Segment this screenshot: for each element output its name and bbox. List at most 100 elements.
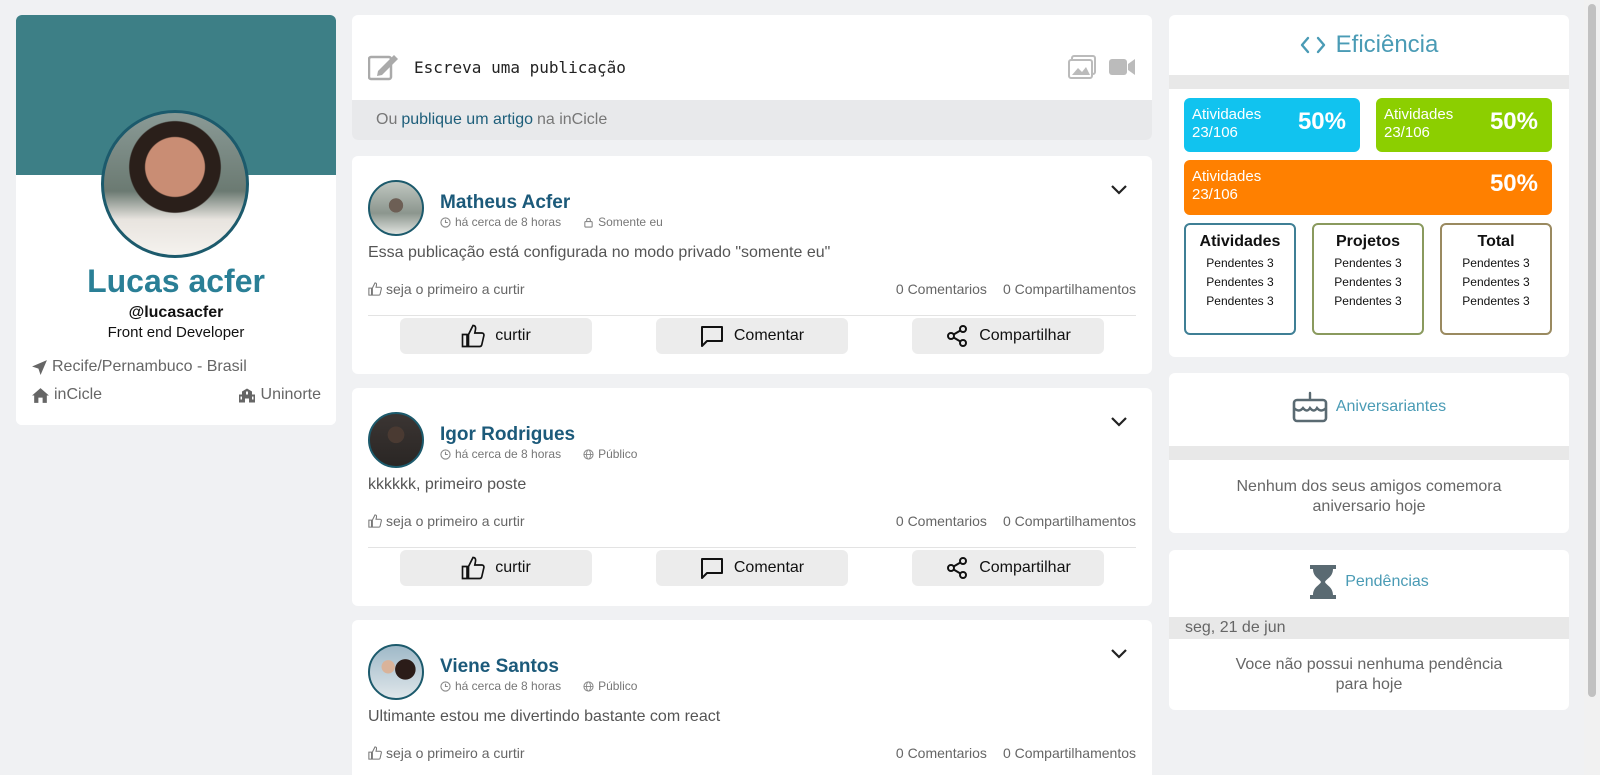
- efficiency-tile[interactable]: Atividades 23/106 50%: [1376, 98, 1552, 152]
- stat-box-line: Pendentes 3: [1334, 256, 1402, 270]
- birthdays-message-line2: aniversario hoje: [1312, 498, 1426, 515]
- compose-bottom-prefix: Ou: [376, 111, 398, 128]
- post-meta: há cerca de 8 horas Somente eu: [440, 215, 663, 229]
- post-author-avatar[interactable]: [368, 180, 424, 236]
- like-button[interactable]: curtir: [400, 318, 592, 354]
- share-button[interactable]: Compartilhar: [912, 550, 1104, 586]
- comment-button[interactable]: Comentar: [656, 318, 848, 354]
- profile-card: Lucas acfer @lucasacfer Front end Develo…: [16, 15, 336, 425]
- pending-date: seg, 21 de jun: [1169, 617, 1569, 639]
- stat-box-activities[interactable]: Atividades Pendentes 3 Pendentes 3 Pende…: [1184, 223, 1296, 335]
- tile-percent: 50%: [1489, 108, 1538, 135]
- tile-label: Atividades: [1384, 106, 1454, 123]
- post-author-name[interactable]: Viene Santos: [440, 656, 559, 678]
- profile-organization[interactable]: inCicle: [31, 386, 102, 404]
- pending-message-line1: Voce não possui nenhuma pendência: [1235, 656, 1503, 673]
- profile-role: Front end Developer: [107, 324, 245, 341]
- post-author-name[interactable]: Igor Rodrigues: [440, 424, 575, 446]
- comment-button-label: Comentar: [733, 327, 805, 344]
- tile-label: Atividades: [1192, 106, 1262, 123]
- post-comments-count[interactable]: 0 Comentarios: [896, 745, 987, 761]
- like-button-label: curtir: [495, 559, 531, 576]
- stat-box-line: Pendentes 3: [1334, 294, 1402, 308]
- share-button[interactable]: Compartilhar: [912, 318, 1104, 354]
- code-icon: [1300, 36, 1325, 54]
- post-text: kkkkkk, primeiro poste: [368, 476, 527, 493]
- post-visibility: Público: [598, 447, 638, 461]
- publish-article-link[interactable]: publique um artigo: [401, 111, 533, 129]
- post-likes-label[interactable]: seja o primeiro a curtir: [386, 513, 525, 529]
- university-icon: [238, 388, 255, 402]
- tile-count: 23/106: [1192, 186, 1238, 203]
- birthdays-title[interactable]: Aniversariantes: [1169, 391, 1569, 423]
- chevron-down-icon[interactable]: [1110, 648, 1128, 660]
- thumbs-up-icon: [368, 745, 382, 760]
- cake-icon: [1292, 391, 1328, 423]
- post-time: há cerca de 8 horas: [455, 215, 562, 229]
- compose-placeholder[interactable]: Escreva uma publicação: [414, 58, 1068, 77]
- video-icon[interactable]: [1108, 57, 1136, 77]
- comment-button[interactable]: Comentar: [656, 550, 848, 586]
- like-button-label: curtir: [495, 327, 531, 344]
- post-time: há cerca de 8 horas: [455, 447, 562, 461]
- clock-icon: [440, 680, 451, 692]
- share-button-label: Compartilhar: [979, 559, 1071, 576]
- profile-name[interactable]: Lucas acfer: [16, 263, 336, 300]
- clock-icon: [440, 448, 451, 460]
- post-comments-count[interactable]: 0 Comentarios: [896, 513, 987, 529]
- efficiency-tile[interactable]: Atividades 23/106 50%: [1184, 98, 1360, 152]
- pending-message: Voce não possui nenhuma pendência para h…: [1169, 655, 1569, 695]
- pending-message-line2: para hoje: [1335, 676, 1403, 693]
- stat-box-title: Projetos: [1335, 233, 1400, 250]
- birthdays-title-label: Aniversariantes: [1335, 398, 1447, 415]
- post-stats: seja o primeiro a curtir 0 Comentarios 0…: [368, 742, 1136, 775]
- stat-box-line: Pendentes 3: [1462, 294, 1530, 308]
- globe-icon: [583, 680, 594, 692]
- post-likes-label[interactable]: seja o primeiro a curtir: [386, 281, 525, 297]
- home-icon: [32, 387, 49, 403]
- stat-box-total[interactable]: Total Pendentes 3 Pendentes 3 Pendentes …: [1440, 223, 1552, 335]
- profile-avatar[interactable]: [101, 110, 249, 258]
- post-stats: seja o primeiro a curtir 0 Comentarios 0…: [368, 278, 1136, 316]
- post-shares-count[interactable]: 0 Compartilhamentos: [1003, 281, 1136, 297]
- post-shares-count[interactable]: 0 Compartilhamentos: [1003, 513, 1136, 529]
- profile-university[interactable]: Uninorte: [237, 386, 321, 404]
- image-icon[interactable]: [1068, 55, 1096, 79]
- post-time: há cerca de 8 horas: [455, 679, 562, 693]
- profile-handle: @lucasacfer: [128, 304, 224, 321]
- pending-title[interactable]: Pendências: [1169, 564, 1569, 600]
- post-author-avatar[interactable]: [368, 412, 424, 468]
- scrollbar-thumb[interactable]: [1588, 4, 1596, 697]
- chevron-down-icon[interactable]: [1110, 184, 1128, 196]
- profile-location-label: Recife/Pernambuco - Brasil: [52, 358, 247, 375]
- profile-university-label: Uninorte: [260, 386, 321, 403]
- efficiency-tile[interactable]: Atividades 23/106 50%: [1184, 160, 1552, 215]
- post-shares-count[interactable]: 0 Compartilhamentos: [1003, 745, 1136, 761]
- stat-box-line: Pendentes 3: [1206, 256, 1274, 270]
- comment-button-label: Comentar: [733, 559, 805, 576]
- share-button-label: Compartilhar: [979, 327, 1071, 344]
- page-scrollbar[interactable]: [1584, 0, 1600, 775]
- birthdays-message-line1: Nenhum dos seus amigos comemora: [1236, 478, 1502, 495]
- post-visibility: Público: [598, 679, 638, 693]
- post-author-name[interactable]: Matheus Acfer: [440, 192, 570, 214]
- pending-title-label: Pendências: [1345, 573, 1429, 590]
- post-comments-count[interactable]: 0 Comentarios: [896, 281, 987, 297]
- post-meta: há cerca de 8 horas Público: [440, 679, 637, 693]
- birthdays-card: Aniversariantes Nenhum dos seus amigos c…: [1169, 373, 1569, 533]
- stat-box-projects[interactable]: Projetos Pendentes 3 Pendentes 3 Pendent…: [1312, 223, 1424, 335]
- post-card: Matheus Acfer há cerca de 8 horas Soment…: [352, 156, 1152, 374]
- post-author-avatar[interactable]: [368, 644, 424, 700]
- comment-icon: [700, 326, 723, 347]
- post-likes-label[interactable]: seja o primeiro a curtir: [386, 745, 525, 761]
- stat-box-line: Pendentes 3: [1462, 256, 1530, 270]
- post-card: Igor Rodrigues há cerca de 8 horas Públi…: [352, 388, 1152, 606]
- stat-box-title: Total: [1477, 233, 1515, 250]
- location-arrow-icon: [32, 359, 47, 375]
- stat-box-title: Atividades: [1199, 233, 1281, 250]
- clock-icon: [440, 216, 451, 228]
- chevron-down-icon[interactable]: [1110, 416, 1128, 428]
- like-button[interactable]: curtir: [400, 550, 592, 586]
- post-text: Essa publicação está configurada no modo…: [368, 244, 831, 261]
- post-stats: seja o primeiro a curtir 0 Comentarios 0…: [368, 510, 1136, 548]
